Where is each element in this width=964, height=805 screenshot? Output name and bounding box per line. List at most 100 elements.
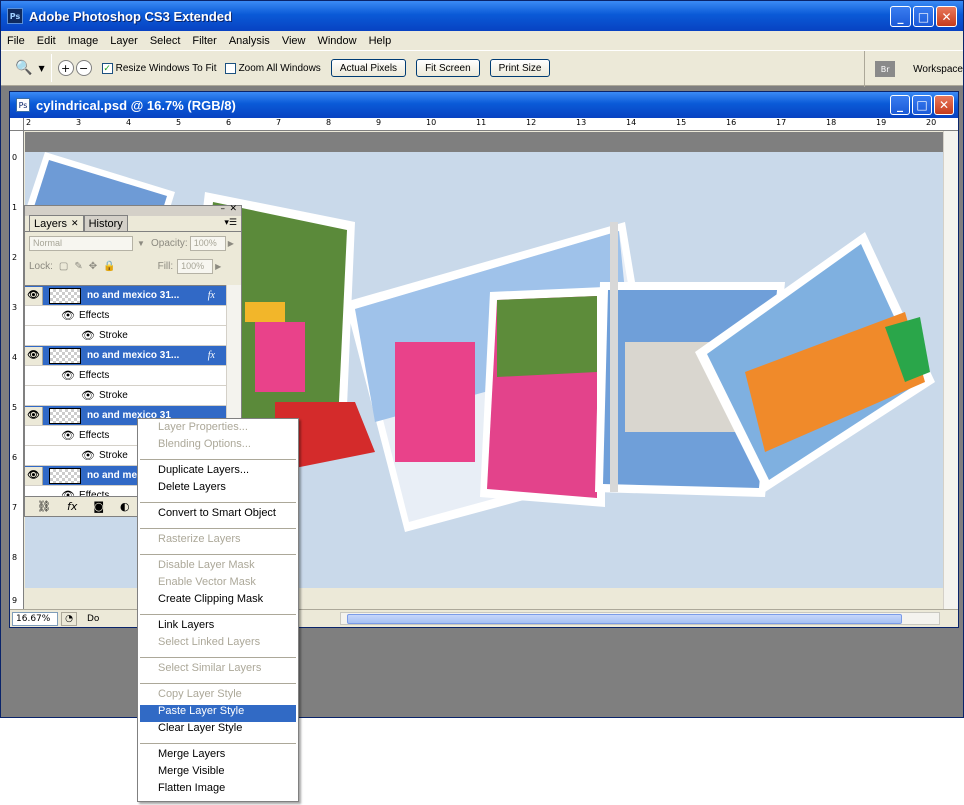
stroke-label: Stroke (98, 330, 128, 341)
effects-row[interactable]: 👁 Effects (25, 366, 227, 386)
tool-preset-dropdown-icon[interactable]: ▼ (38, 64, 44, 73)
ruler-label: 9 (376, 118, 382, 127)
print-size-button[interactable]: Print Size (489, 59, 551, 77)
stroke-row[interactable]: 👁 Stroke (25, 326, 227, 346)
zoom-in-icon[interactable]: + (57, 60, 74, 76)
zoom-all-windows-checkbox[interactable]: Zoom All Windows (224, 62, 321, 74)
menu-filter[interactable]: Filter (186, 35, 222, 47)
stroke-eye-icon[interactable]: 👁 (81, 449, 95, 462)
add-mask-icon[interactable]: ◙ (93, 500, 104, 513)
effect-eye-icon[interactable]: 👁 (61, 369, 75, 382)
ruler-label: 5 (12, 403, 18, 412)
doc-close-button[interactable]: ✕ (934, 95, 954, 115)
menu-item-flatten-image[interactable]: Flatten Image (140, 782, 296, 799)
ruler-label: 2 (12, 253, 18, 262)
vertical-scrollbar[interactable] (943, 131, 958, 609)
tab-history[interactable]: History (83, 215, 128, 231)
menu-edit[interactable]: Edit (31, 35, 62, 47)
fill-field[interactable]: 100% (177, 259, 214, 274)
blend-mode-select[interactable]: Normal (29, 236, 133, 251)
adjustment-layer-icon[interactable]: ◐ (120, 500, 130, 513)
scroll-thumb[interactable] (347, 614, 902, 624)
title-bar[interactable]: Ps Adobe Photoshop CS3 Extended _ □ ✕ (1, 1, 963, 31)
ruler-origin[interactable] (10, 118, 24, 131)
menu-analysis[interactable]: Analysis (223, 35, 276, 47)
ruler-label: 9 (12, 596, 18, 605)
ruler-label: 15 (676, 118, 687, 127)
menu-item-duplicate-layers[interactable]: Duplicate Layers... (140, 464, 296, 481)
zoom-out-icon[interactable]: − (75, 60, 92, 76)
lock-pixels-icon[interactable]: ✎ (74, 261, 82, 272)
horizontal-ruler[interactable]: 2 3 4 5 6 7 8 9 10 11 12 13 14 15 16 17 … (24, 118, 958, 131)
fx-icon[interactable]: fx (208, 290, 215, 301)
menu-select[interactable]: Select (144, 35, 187, 47)
menu-item-clear-layer-style[interactable]: Clear Layer Style (140, 722, 296, 739)
fit-screen-button[interactable]: Fit Screen (416, 59, 480, 77)
vertical-ruler[interactable]: 0 1 2 3 4 5 6 7 8 9 (10, 131, 24, 609)
menu-layer[interactable]: Layer (104, 35, 144, 47)
effect-eye-icon[interactable]: 👁 (61, 309, 75, 322)
visibility-eye-icon[interactable]: 👁 (25, 346, 43, 365)
doc-info[interactable]: Do (87, 614, 99, 624)
lock-all-icon[interactable]: 🔒 (103, 261, 115, 272)
zoom-level-field[interactable]: 16.67% (12, 611, 58, 626)
stroke-row[interactable]: 👁 Stroke (25, 386, 227, 406)
opacity-field[interactable]: 100% (189, 236, 226, 251)
menu-item-convert-smart-object[interactable]: Convert to Smart Object (140, 507, 296, 524)
tab-layers[interactable]: Layers ✕ (29, 215, 84, 231)
ruler-label: 13 (576, 118, 587, 127)
doc-minimize-button[interactable]: _ (890, 95, 910, 115)
actual-pixels-button[interactable]: Actual Pixels (330, 59, 407, 77)
panel-menu-icon[interactable]: ▾☰ (224, 218, 237, 228)
close-tab-icon[interactable]: ✕ (71, 218, 79, 229)
visibility-eye-icon[interactable]: 👁 (25, 286, 43, 305)
menu-view[interactable]: View (276, 35, 312, 47)
zoom-tool-icon[interactable]: 🔍 (15, 60, 32, 76)
menu-item-paste-layer-style[interactable]: Paste Layer Style (140, 705, 296, 722)
lock-position-icon[interactable]: ✥ (89, 261, 97, 272)
menu-separator (140, 502, 296, 503)
stroke-eye-icon[interactable]: 👁 (81, 389, 95, 402)
visibility-eye-icon[interactable]: 👁 (25, 406, 43, 425)
ruler-label: 6 (12, 453, 18, 462)
layer-style-icon[interactable]: fx (67, 500, 77, 513)
effects-row[interactable]: 👁 Effects (25, 306, 227, 326)
menu-help[interactable]: Help (363, 35, 398, 47)
fill-slider-icon[interactable]: ▶ (215, 262, 221, 271)
visibility-eye-icon[interactable]: 👁 (25, 466, 43, 485)
dropdown-arrow-icon[interactable]: ▼ (133, 239, 149, 248)
menu-item-delete-layers[interactable]: Delete Layers (140, 481, 296, 498)
bridge-icon[interactable]: Br (875, 61, 896, 77)
menu-image[interactable]: Image (62, 35, 105, 47)
menu-window[interactable]: Window (311, 35, 362, 47)
panel-close-icon[interactable]: ✕ (229, 204, 237, 214)
maximize-button[interactable]: □ (913, 6, 934, 27)
menu-item-create-clipping-mask[interactable]: Create Clipping Mask (140, 593, 296, 610)
fx-icon[interactable]: fx (208, 350, 215, 361)
layer-thumbnail (49, 287, 81, 304)
lock-transparency-icon[interactable]: ▢ (59, 261, 68, 272)
link-layers-icon[interactable]: ⛓ (37, 500, 51, 513)
document-title-bar[interactable]: Ps cylindrical.psd @ 16.7% (RGB/8) _ □ ✕ (10, 92, 958, 118)
minimize-button[interactable]: _ (890, 6, 911, 27)
document-icon: Ps (16, 98, 30, 112)
menu-file[interactable]: File (1, 35, 31, 47)
effect-eye-icon[interactable]: 👁 (61, 429, 75, 442)
ruler-label: 8 (12, 553, 18, 562)
workspace-button[interactable]: Workspace (913, 64, 963, 75)
close-button[interactable]: ✕ (936, 6, 957, 27)
horizontal-scrollbar[interactable] (340, 612, 940, 625)
layer-row[interactable]: 👁 no and mexico 31... fx (25, 346, 227, 366)
resize-windows-checkbox[interactable]: ✓ Resize Windows To Fit (101, 62, 217, 74)
ruler-label: 20 (926, 118, 937, 127)
stroke-eye-icon[interactable]: 👁 (81, 329, 95, 342)
layer-row[interactable]: 👁 no and mexico 31... fx (25, 286, 227, 306)
preview-icon[interactable]: ◔ (61, 611, 77, 626)
doc-maximize-button[interactable]: □ (912, 95, 932, 115)
opacity-slider-icon[interactable]: ▶ (228, 239, 234, 248)
panel-minimize-icon[interactable]: – (221, 204, 226, 214)
menu-item-merge-layers[interactable]: Merge Layers (140, 748, 296, 765)
effects-label: Effects (78, 310, 110, 321)
menu-item-link-layers[interactable]: Link Layers (140, 619, 296, 636)
menu-item-merge-visible[interactable]: Merge Visible (140, 765, 296, 782)
